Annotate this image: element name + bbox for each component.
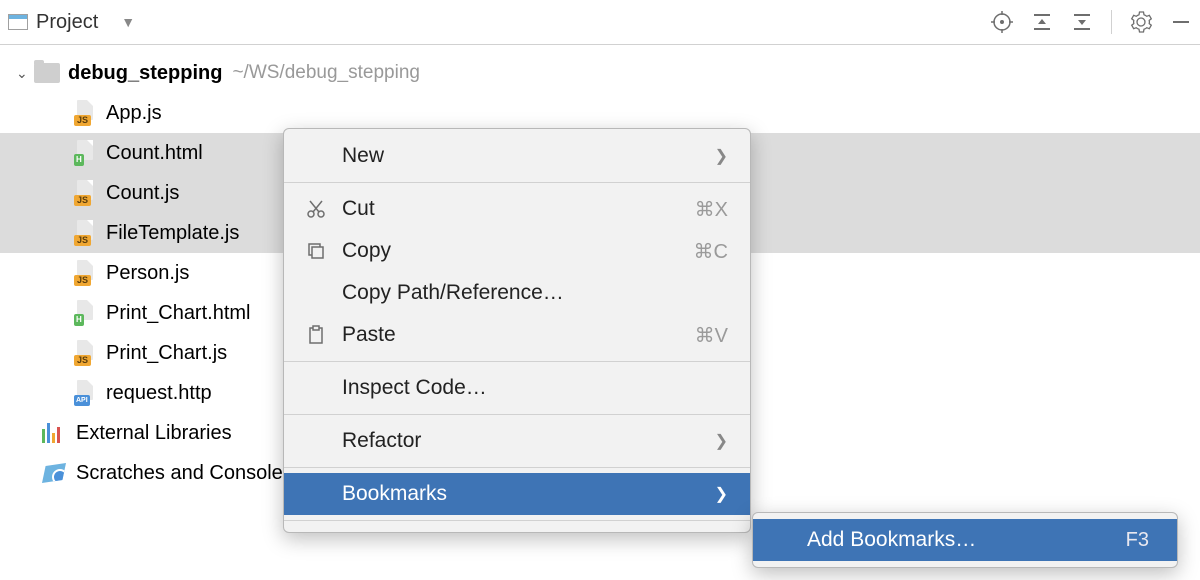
bookmarks-submenu: Add Bookmarks… F3 <box>752 512 1178 568</box>
menu-label: Add Bookmarks… <box>807 528 1126 552</box>
project-dropdown[interactable]: Project ▼ <box>8 11 135 34</box>
folder-icon <box>34 63 60 83</box>
menu-label: Inspect Code… <box>342 376 728 400</box>
menu-separator <box>284 182 750 183</box>
menu-label: Paste <box>342 323 695 347</box>
js-file-icon: JS <box>74 180 96 206</box>
scratches-icon <box>42 463 66 483</box>
menu-refactor[interactable]: Refactor ❯ <box>284 420 750 462</box>
project-window-icon <box>8 14 28 30</box>
file-name: Count.js <box>106 182 179 205</box>
gear-icon[interactable] <box>1130 11 1152 33</box>
chevron-right-icon: ❯ <box>715 146 728 166</box>
menu-shortcut: ⌘V <box>695 323 728 348</box>
expand-all-icon[interactable] <box>1031 11 1053 33</box>
external-libraries-label: External Libraries <box>76 422 232 445</box>
clipboard-icon <box>306 325 342 345</box>
target-icon[interactable] <box>991 11 1013 33</box>
project-label: Project <box>36 11 98 34</box>
menu-separator <box>284 361 750 362</box>
file-name: Print_Chart.js <box>106 342 227 365</box>
menu-add-bookmarks[interactable]: Add Bookmarks… F3 <box>753 519 1177 561</box>
menu-copy[interactable]: Copy ⌘C <box>284 230 750 272</box>
html-file-icon: H <box>74 140 96 166</box>
menu-label: New <box>342 144 715 168</box>
menu-label: Copy Path/Reference… <box>342 281 728 305</box>
file-name: Person.js <box>106 262 189 285</box>
file-name: Print_Chart.html <box>106 302 251 325</box>
menu-shortcut: ⌘C <box>694 239 728 264</box>
chevron-right-icon: ❯ <box>715 484 728 504</box>
js-file-icon: JS <box>74 260 96 286</box>
chevron-right-icon: ❯ <box>715 431 728 451</box>
menu-inspect-code[interactable]: Inspect Code… <box>284 367 750 409</box>
file-name: Count.html <box>106 142 203 165</box>
menu-separator <box>284 414 750 415</box>
scissors-icon <box>306 199 342 219</box>
menu-label: Copy <box>342 239 694 263</box>
api-file-icon: API <box>74 380 96 406</box>
menu-separator <box>284 467 750 468</box>
menu-label: Refactor <box>342 429 715 453</box>
menu-label: Bookmarks <box>342 482 715 506</box>
file-name: request.http <box>106 382 212 405</box>
folder-path: ~/WS/debug_stepping <box>232 62 420 84</box>
chevron-down-icon: ▼ <box>121 14 135 30</box>
js-file-icon: JS <box>74 220 96 246</box>
menu-label: Cut <box>342 197 695 221</box>
menu-new[interactable]: New ❯ <box>284 135 750 177</box>
chevron-down-icon: ⌄ <box>16 65 34 82</box>
toolbar-divider <box>1111 10 1112 34</box>
menu-shortcut: F3 <box>1126 529 1149 552</box>
html-file-icon: H <box>74 300 96 326</box>
minimize-icon[interactable] <box>1170 11 1192 33</box>
js-file-icon: JS <box>74 340 96 366</box>
context-menu: New ❯ Cut ⌘X Copy ⌘C Copy Path/Reference… <box>283 128 751 533</box>
menu-bookmarks[interactable]: Bookmarks ❯ <box>284 473 750 515</box>
file-name: App.js <box>106 102 162 125</box>
collapse-all-icon[interactable] <box>1071 11 1093 33</box>
tree-file-app-js[interactable]: JS App.js <box>0 93 1200 133</box>
libraries-icon <box>42 423 66 443</box>
menu-shortcut: ⌘X <box>695 197 728 222</box>
js-file-icon: JS <box>74 100 96 126</box>
menu-copy-path[interactable]: Copy Path/Reference… <box>284 272 750 314</box>
tree-root-folder[interactable]: ⌄ debug_stepping ~/WS/debug_stepping <box>0 53 1200 93</box>
toolbar-actions <box>991 10 1192 34</box>
menu-paste[interactable]: Paste ⌘V <box>284 314 750 356</box>
menu-separator <box>284 520 750 521</box>
folder-name: debug_stepping <box>68 62 222 85</box>
file-name: FileTemplate.js <box>106 222 239 245</box>
copy-icon <box>306 241 342 261</box>
project-toolbar: Project ▼ <box>0 0 1200 45</box>
scratches-label: Scratches and Consoles <box>76 462 293 485</box>
menu-cut[interactable]: Cut ⌘X <box>284 188 750 230</box>
